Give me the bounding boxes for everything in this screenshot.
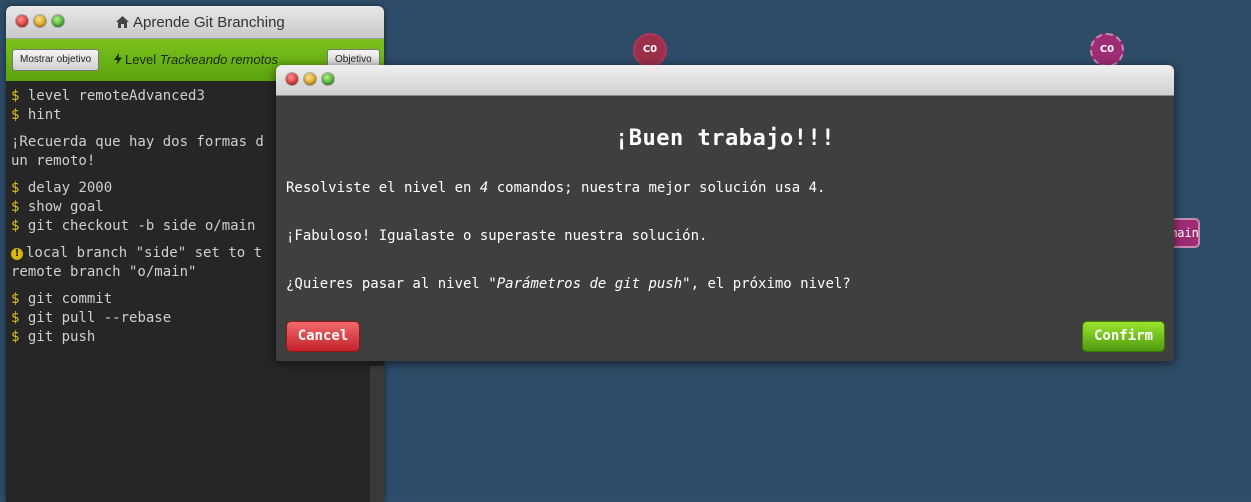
command-text: git commit <box>27 291 113 307</box>
minimize-icon[interactable] <box>304 73 316 85</box>
prompt-symbol: $ <box>11 107 20 123</box>
result-text-start: Resolviste el nivel en <box>286 180 480 196</box>
cancel-button[interactable]: Cancel <box>286 321 360 352</box>
level-prefix: Level <box>125 52 157 67</box>
level-name: Trackeando remotos <box>159 52 278 67</box>
prompt-symbol: $ <box>11 180 20 196</box>
result-text-end: comandos; nuestra mejor solución usa 4. <box>488 180 826 196</box>
terminal-scrollbar[interactable] <box>370 366 384 502</box>
prompt-symbol: $ <box>11 88 20 104</box>
local-commit-node[interactable]: C0 <box>633 33 667 67</box>
window-title: Aprende Git Branching <box>116 14 285 31</box>
confirm-button[interactable]: Confirm <box>1082 321 1165 352</box>
level-complete-dialog: ¡Buen trabajo!!! Resolviste el nivel en … <box>276 65 1174 361</box>
window-controls <box>16 15 64 27</box>
close-icon[interactable] <box>16 15 28 27</box>
command-text: git checkout -b side o/main <box>27 218 256 234</box>
warning-text: local branch "side" set to t <box>26 245 263 261</box>
prompt-symbol: $ <box>11 310 20 326</box>
terminal-titlebar: Aprende Git Branching <box>6 6 384 39</box>
maximize-icon[interactable] <box>322 73 334 85</box>
command-text: git push <box>27 329 96 345</box>
next-level-name: "Parámetros de git push" <box>488 276 691 292</box>
command-text: show goal <box>27 199 104 215</box>
next-level-question: ¿Quieres pasar al nivel "Parámetros de g… <box>286 276 851 292</box>
maximize-icon[interactable] <box>52 15 64 27</box>
minimize-icon[interactable] <box>34 15 46 27</box>
command-text: hint <box>27 107 62 123</box>
dialog-titlebar <box>276 65 1174 96</box>
show-goal-button[interactable]: Mostrar objetivo <box>12 49 100 71</box>
question-start: ¿Quieres pasar al nivel <box>286 276 489 292</box>
prompt-symbol: $ <box>11 218 20 234</box>
prompt-symbol: $ <box>11 329 20 345</box>
result-message: Resolviste el nivel en 4 comandos; nuest… <box>286 180 825 196</box>
level-label: Level Trackeando remotos <box>114 52 278 67</box>
command-text: git pull --rebase <box>27 310 172 326</box>
command-text: delay 2000 <box>27 180 113 196</box>
close-icon[interactable] <box>286 73 298 85</box>
question-end: , el próximo nivel? <box>690 276 851 292</box>
prompt-symbol: $ <box>11 199 20 215</box>
remote-commit-node[interactable]: C0 <box>1090 33 1124 67</box>
home-icon <box>116 16 129 28</box>
dialog-window-controls <box>286 73 334 85</box>
praise-message: ¡Fabuloso! Igualaste o superaste nuestra… <box>286 228 708 244</box>
window-title-text: Aprende Git Branching <box>133 14 285 31</box>
command-text: level remoteAdvanced3 <box>27 88 205 104</box>
bolt-icon <box>114 53 122 65</box>
dialog-heading: ¡Buen trabajo!!! <box>615 126 835 151</box>
warning-icon: ! <box>11 248 23 260</box>
prompt-symbol: $ <box>11 291 20 307</box>
